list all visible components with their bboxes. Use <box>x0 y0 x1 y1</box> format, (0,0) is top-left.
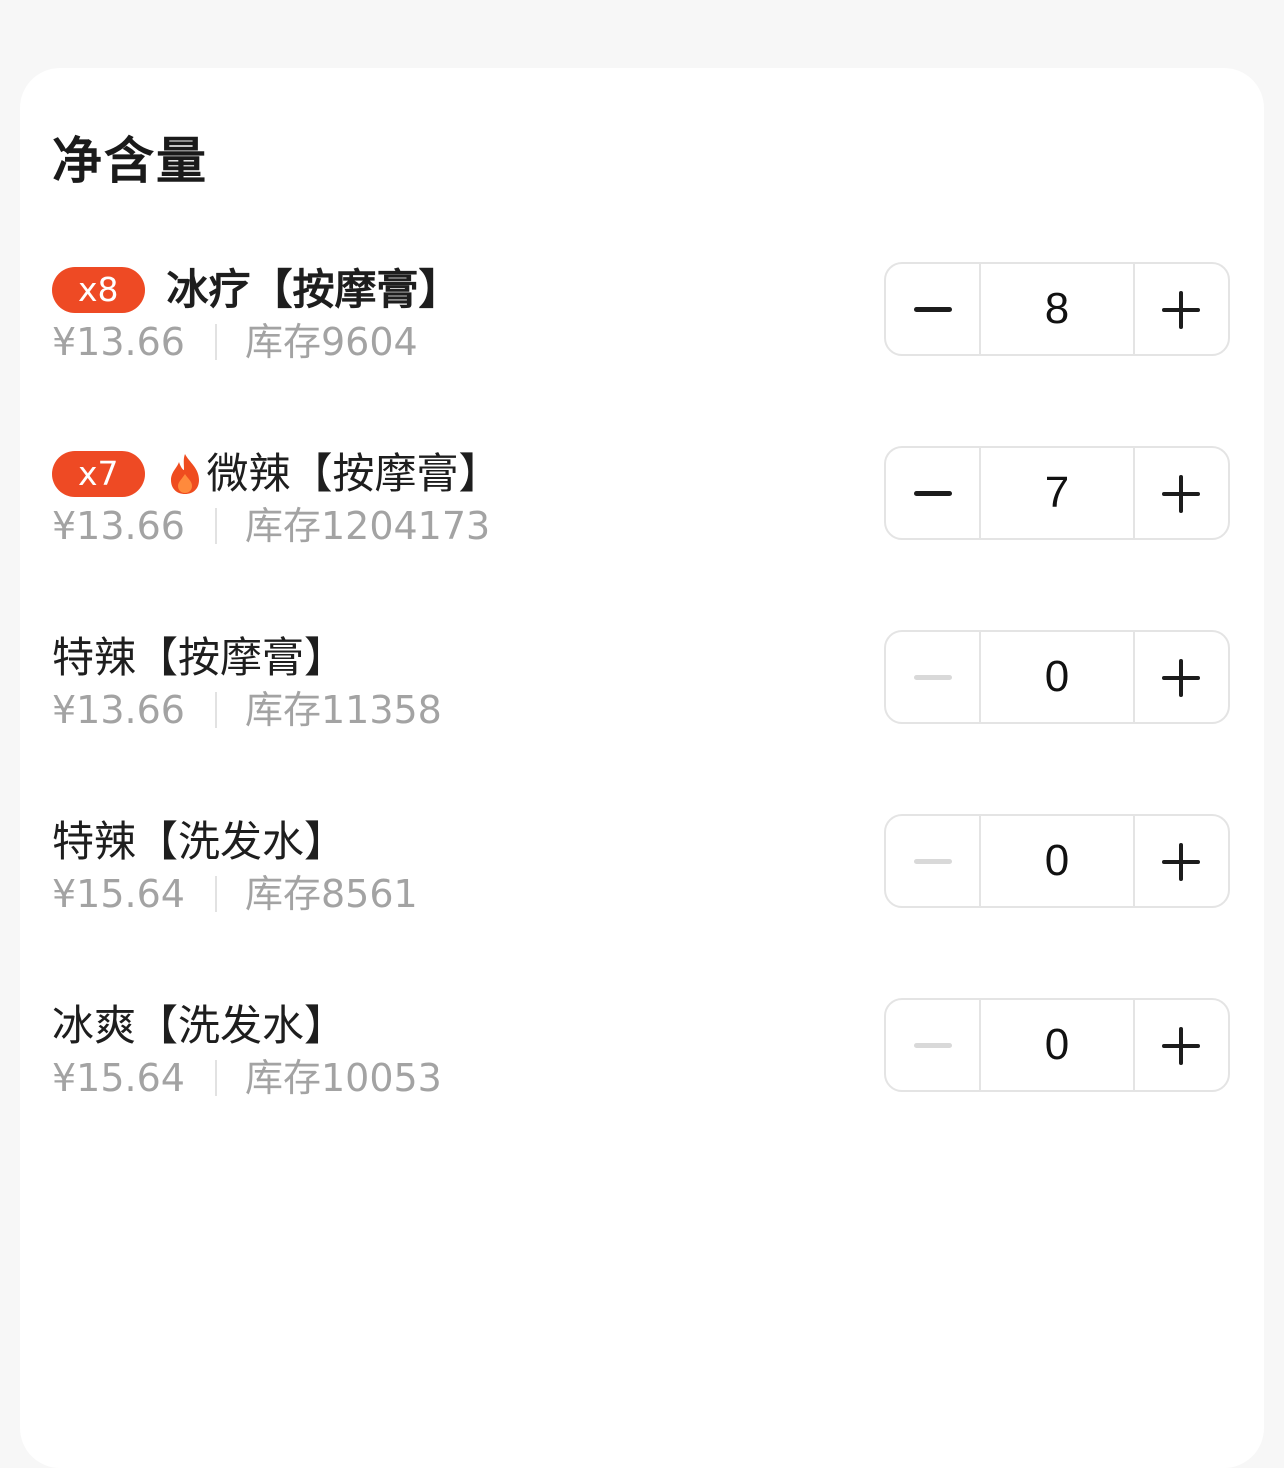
quantity-stepper: 7 <box>884 446 1230 540</box>
increase-button[interactable] <box>1133 632 1228 722</box>
minus-icon <box>913 490 952 496</box>
quantity-stepper: 0 <box>884 630 1230 724</box>
increase-button[interactable] <box>1133 264 1228 354</box>
variant-stock: 库存8561 <box>244 872 418 916</box>
variant-price: ¥15.64 <box>52 872 185 916</box>
variant-stock: 库存1204173 <box>244 504 491 548</box>
quantity-value[interactable]: 0 <box>981 632 1133 722</box>
quantity-value[interactable]: 7 <box>981 448 1133 538</box>
variant-item: x8 冰疗【按摩膏】 ¥13.66 库存9604 8 <box>52 262 1232 372</box>
fire-icon <box>170 454 199 494</box>
selected-count-badge: x8 <box>52 267 145 313</box>
minus-icon <box>913 674 952 680</box>
divider <box>214 1060 217 1096</box>
quantity-value[interactable]: 0 <box>981 816 1133 906</box>
variant-name: 微辣【按摩膏】 <box>206 449 501 498</box>
variant-item: 特辣【按摩膏】 ¥13.66 库存11358 0 <box>52 630 1232 740</box>
quantity-value[interactable]: 8 <box>981 264 1133 354</box>
quantity-stepper: 0 <box>884 998 1230 1092</box>
divider <box>214 692 217 728</box>
minus-icon <box>913 858 952 864</box>
variant-stock: 库存11358 <box>244 688 442 732</box>
variant-stock: 库存10053 <box>244 1056 442 1100</box>
quantity-stepper: 0 <box>884 814 1230 908</box>
variant-price: ¥13.66 <box>52 688 185 732</box>
variant-name: 冰疗【按摩膏】 <box>166 265 461 314</box>
variant-item: x7 微辣【按摩膏】 ¥13.66 库存1204173 7 <box>52 446 1232 556</box>
selected-count-badge: x7 <box>52 451 145 497</box>
decrease-button[interactable] <box>886 448 981 538</box>
variant-price: ¥13.66 <box>52 320 185 364</box>
variant-name: 特辣【洗发水】 <box>52 817 347 866</box>
divider <box>214 876 217 912</box>
variant-name: 冰爽【洗发水】 <box>52 1001 347 1050</box>
variant-selector-card: 净含量 x8 冰疗【按摩膏】 ¥13.66 库存9604 8 x7 微辣【按摩膏… <box>20 68 1264 1468</box>
decrease-button[interactable] <box>886 1000 981 1090</box>
variant-price: ¥13.66 <box>52 504 185 548</box>
quantity-value[interactable]: 0 <box>981 1000 1133 1090</box>
variant-name: 特辣【按摩膏】 <box>52 633 347 682</box>
increase-button[interactable] <box>1133 816 1228 906</box>
increase-button[interactable] <box>1133 1000 1228 1090</box>
variant-item: 特辣【洗发水】 ¥15.64 库存8561 0 <box>52 814 1232 924</box>
section-title: 净含量 <box>52 132 208 190</box>
minus-icon <box>913 1042 952 1048</box>
minus-icon <box>913 306 952 312</box>
decrease-button[interactable] <box>886 264 981 354</box>
quantity-stepper: 8 <box>884 262 1230 356</box>
divider <box>214 508 217 544</box>
variant-item: 冰爽【洗发水】 ¥15.64 库存10053 0 <box>52 998 1232 1108</box>
increase-button[interactable] <box>1133 448 1228 538</box>
variant-stock: 库存9604 <box>244 320 418 364</box>
decrease-button[interactable] <box>886 816 981 906</box>
decrease-button[interactable] <box>886 632 981 722</box>
divider <box>214 324 217 360</box>
variant-price: ¥15.64 <box>52 1056 185 1100</box>
